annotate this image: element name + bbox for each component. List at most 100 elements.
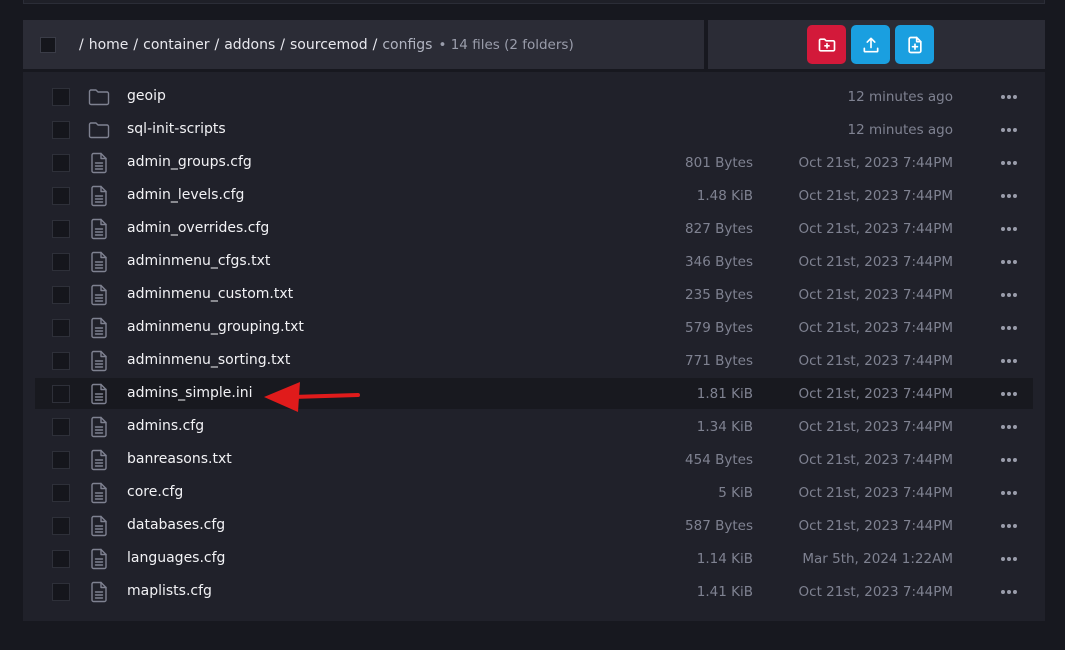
more-options-icon[interactable] — [1001, 90, 1017, 104]
more-options-icon[interactable] — [1001, 453, 1017, 467]
file-size: 1.48 KiB — [696, 188, 753, 204]
breadcrumb-item-container[interactable]: container — [143, 37, 209, 53]
file-row[interactable]: adminmenu_sorting.txt 771 Bytes Oct 21st, … — [35, 345, 1033, 376]
file-row[interactable]: geoip 12 minutes ago — [35, 81, 1033, 112]
row-checkbox[interactable] — [52, 451, 70, 469]
file-row[interactable]: sql-init-scripts 12 minutes ago — [35, 114, 1033, 145]
file-modified: Oct 21st, 2023 7:44PM — [798, 221, 953, 237]
row-checkbox[interactable] — [52, 352, 70, 370]
breadcrumb-root-separator: / — [79, 36, 84, 53]
row-checkbox[interactable] — [52, 88, 70, 106]
file-name[interactable]: adminmenu_sorting.txt — [127, 352, 290, 368]
row-checkbox[interactable] — [52, 550, 70, 568]
file-icon — [87, 514, 111, 538]
row-checkbox[interactable] — [52, 220, 70, 238]
more-options-icon[interactable] — [1001, 387, 1017, 401]
more-options-icon[interactable] — [1001, 321, 1017, 335]
more-options-icon[interactable] — [1001, 420, 1017, 434]
row-checkbox[interactable] — [52, 418, 70, 436]
file-size: 587 Bytes — [685, 518, 753, 534]
file-row[interactable]: admin_groups.cfg 801 Bytes Oct 21st, 2023 … — [35, 147, 1033, 178]
more-options-icon[interactable] — [1001, 519, 1017, 533]
row-checkbox[interactable] — [52, 583, 70, 601]
file-row[interactable]: admins.cfg 1.34 KiB Oct 21st, 2023 7:44PM — [35, 411, 1033, 442]
row-checkbox[interactable] — [52, 517, 70, 535]
row-checkbox[interactable] — [52, 319, 70, 337]
file-row[interactable]: adminmenu_custom.txt 235 Bytes Oct 21st, 2… — [35, 279, 1033, 310]
more-options-icon[interactable] — [1001, 255, 1017, 269]
file-icon — [87, 184, 111, 208]
file-icon — [87, 250, 111, 274]
upload-button[interactable] — [851, 25, 890, 64]
file-icon — [87, 481, 111, 505]
breadcrumb-separator: / — [372, 36, 378, 53]
file-name[interactable]: adminmenu_cfgs.txt — [127, 253, 270, 269]
file-row[interactable]: adminmenu_cfgs.txt 346 Bytes Oct 21st, 202… — [35, 246, 1033, 277]
more-options-icon[interactable] — [1001, 222, 1017, 236]
new-folder-button[interactable] — [807, 25, 846, 64]
file-name[interactable]: adminmenu_custom.txt — [127, 286, 293, 302]
file-modified: Oct 21st, 2023 7:44PM — [798, 254, 953, 270]
file-name[interactable]: banreasons.txt — [127, 451, 232, 467]
file-name[interactable]: databases.cfg — [127, 517, 225, 533]
file-row[interactable]: adminmenu_grouping.txt 579 Bytes Oct 21st,… — [35, 312, 1033, 343]
file-row[interactable]: admins_simple.ini 1.81 KiB Oct 21st, 2023 … — [35, 378, 1033, 409]
row-checkbox[interactable] — [52, 253, 70, 271]
more-options-icon[interactable] — [1001, 552, 1017, 566]
file-icon — [87, 448, 111, 472]
file-name[interactable]: core.cfg — [127, 484, 183, 500]
file-icon — [87, 415, 111, 439]
more-options-icon[interactable] — [1001, 486, 1017, 500]
file-modified: Oct 21st, 2023 7:44PM — [798, 452, 953, 468]
breadcrumb-item-home[interactable]: home — [89, 37, 129, 53]
file-modified: Oct 21st, 2023 7:44PM — [798, 386, 953, 402]
file-name[interactable]: admin_levels.cfg — [127, 187, 244, 203]
file-name[interactable]: admins_simple.ini — [127, 385, 252, 401]
file-modified: 12 minutes ago — [847, 122, 953, 138]
file-row[interactable]: databases.cfg 587 Bytes Oct 21st, 2023 7:4… — [35, 510, 1033, 541]
row-checkbox[interactable] — [52, 484, 70, 502]
row-checkbox[interactable] — [52, 286, 70, 304]
file-size: 346 Bytes — [685, 254, 753, 270]
more-options-icon[interactable] — [1001, 354, 1017, 368]
file-name[interactable]: maplists.cfg — [127, 583, 212, 599]
file-row[interactable]: admin_overrides.cfg 827 Bytes Oct 21st, 20… — [35, 213, 1033, 244]
file-row[interactable]: core.cfg 5 KiB Oct 21st, 2023 7:44PM — [35, 477, 1033, 508]
breadcrumb-item-addons[interactable]: addons — [224, 37, 275, 53]
breadcrumb-current: configs — [382, 36, 433, 53]
file-row[interactable]: maplists.cfg 1.41 KiB Oct 21st, 2023 7:44P… — [35, 576, 1033, 607]
row-checkbox[interactable] — [52, 385, 70, 403]
more-options-icon[interactable] — [1001, 156, 1017, 170]
file-name[interactable]: adminmenu_grouping.txt — [127, 319, 304, 335]
file-icon — [87, 316, 111, 340]
top-panel-edge — [23, 0, 1045, 4]
more-options-icon[interactable] — [1001, 585, 1017, 599]
more-options-icon[interactable] — [1001, 123, 1017, 137]
file-name[interactable]: sql-init-scripts — [127, 121, 226, 137]
file-name[interactable]: admin_overrides.cfg — [127, 220, 269, 236]
file-row[interactable]: admin_levels.cfg 1.48 KiB Oct 21st, 2023 7… — [35, 180, 1033, 211]
breadcrumb-item-sourcemod[interactable]: sourcemod — [290, 37, 368, 53]
file-icon — [87, 382, 111, 406]
file-row[interactable]: languages.cfg 1.14 KiB Mar 5th, 2024 1:22A… — [35, 543, 1033, 574]
folder-plus-icon — [818, 37, 835, 52]
new-file-button[interactable] — [895, 25, 934, 64]
more-options-icon[interactable] — [1001, 189, 1017, 203]
file-row[interactable]: banreasons.txt 454 Bytes Oct 21st, 2023 7:… — [35, 444, 1033, 475]
file-size: 801 Bytes — [685, 155, 753, 171]
file-name[interactable]: geoip — [127, 88, 166, 104]
row-checkbox[interactable] — [52, 154, 70, 172]
file-name[interactable]: admin_groups.cfg — [127, 154, 252, 170]
file-size: 454 Bytes — [685, 452, 753, 468]
file-icon — [87, 349, 111, 373]
more-options-icon[interactable] — [1001, 288, 1017, 302]
row-checkbox[interactable] — [52, 187, 70, 205]
file-size: 827 Bytes — [685, 221, 753, 237]
select-all-checkbox[interactable] — [40, 36, 56, 53]
file-modified: 12 minutes ago — [847, 89, 953, 105]
folder-icon — [87, 118, 111, 142]
row-checkbox[interactable] — [52, 121, 70, 139]
file-modified: Oct 21st, 2023 7:44PM — [798, 419, 953, 435]
file-name[interactable]: admins.cfg — [127, 418, 204, 434]
file-name[interactable]: languages.cfg — [127, 550, 225, 566]
